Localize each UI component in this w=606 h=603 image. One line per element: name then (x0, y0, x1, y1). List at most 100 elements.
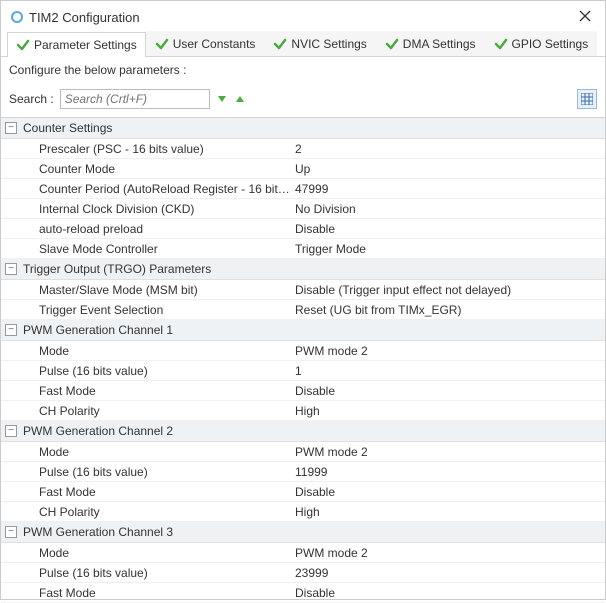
table-row[interactable]: Counter Period (AutoReload Register - 16… (1, 179, 605, 199)
param-value[interactable]: No Division (291, 202, 605, 216)
param-label: Mode (1, 445, 291, 459)
param-label: Slave Mode Controller (1, 242, 291, 256)
param-label: Pulse (16 bits value) (1, 566, 291, 580)
table-row[interactable]: ModePWM mode 2 (1, 442, 605, 462)
param-value[interactable]: Disable (Trigger input effect not delaye… (291, 283, 605, 297)
param-label: Prescaler (PSC - 16 bits value) (1, 142, 291, 156)
param-value[interactable]: 2 (291, 142, 605, 156)
titlebar: TIM2 Configuration (1, 1, 605, 31)
search-prev-button[interactable] (234, 93, 246, 105)
param-value[interactable]: Disable (291, 222, 605, 236)
param-label: Counter Mode (1, 162, 291, 176)
table-row[interactable]: Internal Clock Division (CKD)No Division (1, 199, 605, 219)
tab-label: Parameter Settings (34, 38, 137, 52)
table-row[interactable]: Counter ModeUp (1, 159, 605, 179)
tab-bar: Parameter Settings User Constants NVIC S… (1, 31, 605, 57)
tab-label: NVIC Settings (291, 37, 366, 51)
tab-nvic-settings[interactable]: NVIC Settings (264, 31, 375, 56)
param-label: Fast Mode (1, 384, 291, 398)
param-value[interactable]: Up (291, 162, 605, 176)
tab-dma-settings[interactable]: DMA Settings (376, 31, 485, 56)
tab-label: User Constants (173, 37, 256, 51)
param-label: Fast Mode (1, 485, 291, 499)
table-row[interactable]: Fast ModeDisable (1, 381, 605, 401)
param-label: auto-reload preload (1, 222, 291, 236)
param-label: Counter Period (AutoReload Register - 16… (1, 182, 291, 196)
param-label: Fast Mode (1, 586, 291, 600)
section-header[interactable]: −PWM Generation Channel 3 (1, 522, 605, 543)
check-icon (155, 37, 169, 51)
param-label: Master/Slave Mode (MSM bit) (1, 283, 291, 297)
table-row[interactable]: Trigger Event SelectionReset (UG bit fro… (1, 300, 605, 320)
tab-parameter-settings[interactable]: Parameter Settings (7, 32, 146, 57)
section-title: PWM Generation Channel 2 (23, 424, 173, 438)
section-header[interactable]: −Trigger Output (TRGO) Parameters (1, 259, 605, 280)
check-icon (273, 37, 287, 51)
table-row[interactable]: auto-reload preloadDisable (1, 219, 605, 239)
param-label: Mode (1, 546, 291, 560)
param-value[interactable]: 23999 (291, 566, 605, 580)
collapse-icon[interactable]: − (5, 263, 17, 275)
param-value[interactable]: Reset (UG bit from TIMx_EGR) (291, 303, 605, 317)
tab-label: GPIO Settings (512, 37, 589, 51)
tab-user-constants[interactable]: User Constants (146, 31, 265, 56)
search-label: Search : (9, 92, 54, 106)
param-value[interactable]: Disable (291, 485, 605, 499)
param-value[interactable]: High (291, 505, 605, 519)
search-input[interactable] (60, 89, 210, 109)
param-value[interactable]: PWM mode 2 (291, 546, 605, 560)
param-value[interactable]: High (291, 404, 605, 418)
collapse-icon[interactable]: − (5, 425, 17, 437)
param-label: Trigger Event Selection (1, 303, 291, 317)
param-value[interactable]: 1 (291, 364, 605, 378)
param-label: Pulse (16 bits value) (1, 364, 291, 378)
parameter-table[interactable]: −Counter SettingsPrescaler (PSC - 16 bit… (1, 117, 605, 603)
collapse-icon[interactable]: − (5, 526, 17, 538)
table-row[interactable]: ModePWM mode 2 (1, 543, 605, 563)
section-header[interactable]: −Counter Settings (1, 118, 605, 139)
tab-gpio-settings[interactable]: GPIO Settings (485, 31, 598, 56)
param-label: Pulse (16 bits value) (1, 465, 291, 479)
check-icon (16, 38, 30, 52)
table-row[interactable]: Slave Mode ControllerTrigger Mode (1, 239, 605, 259)
table-row[interactable]: Prescaler (PSC - 16 bits value)2 (1, 139, 605, 159)
section-title: PWM Generation Channel 1 (23, 323, 173, 337)
table-row[interactable]: CH PolarityHigh (1, 502, 605, 522)
param-value[interactable]: PWM mode 2 (291, 445, 605, 459)
section-title: Trigger Output (TRGO) Parameters (23, 262, 211, 276)
param-value[interactable]: Disable (291, 384, 605, 398)
check-icon (385, 37, 399, 51)
section-title: Counter Settings (23, 121, 112, 135)
param-label: CH Polarity (1, 404, 291, 418)
table-row[interactable]: CH PolarityHigh (1, 401, 605, 421)
param-value[interactable]: 47999 (291, 182, 605, 196)
tab-label: DMA Settings (403, 37, 476, 51)
table-row[interactable]: Pulse (16 bits value)1 (1, 361, 605, 381)
param-label: CH Polarity (1, 505, 291, 519)
collapse-icon[interactable]: − (5, 122, 17, 134)
table-row[interactable]: ModePWM mode 2 (1, 341, 605, 361)
table-row[interactable]: Master/Slave Mode (MSM bit)Disable (Trig… (1, 280, 605, 300)
close-button[interactable] (575, 9, 595, 25)
param-value[interactable]: 11999 (291, 465, 605, 479)
app-icon (11, 11, 23, 23)
section-header[interactable]: −PWM Generation Channel 2 (1, 421, 605, 442)
param-value[interactable]: Trigger Mode (291, 242, 605, 256)
instruction-text: Configure the below parameters : (1, 57, 605, 83)
check-icon (494, 37, 508, 51)
collapse-icon[interactable]: − (5, 324, 17, 336)
search-bar: Search : (1, 83, 605, 117)
section-header[interactable]: −PWM Generation Channel 1 (1, 320, 605, 341)
param-value[interactable]: Disable (291, 586, 605, 600)
table-row[interactable]: Pulse (16 bits value)23999 (1, 563, 605, 583)
param-value[interactable]: PWM mode 2 (291, 344, 605, 358)
table-row[interactable]: Fast ModeDisable (1, 482, 605, 502)
section-title: PWM Generation Channel 3 (23, 525, 173, 539)
search-next-button[interactable] (216, 93, 228, 105)
param-label: Mode (1, 344, 291, 358)
param-label: Internal Clock Division (CKD) (1, 202, 291, 216)
table-row[interactable]: Pulse (16 bits value)11999 (1, 462, 605, 482)
window-title: TIM2 Configuration (29, 10, 575, 25)
grid-view-button[interactable] (577, 89, 597, 109)
table-row[interactable]: Fast ModeDisable (1, 583, 605, 603)
